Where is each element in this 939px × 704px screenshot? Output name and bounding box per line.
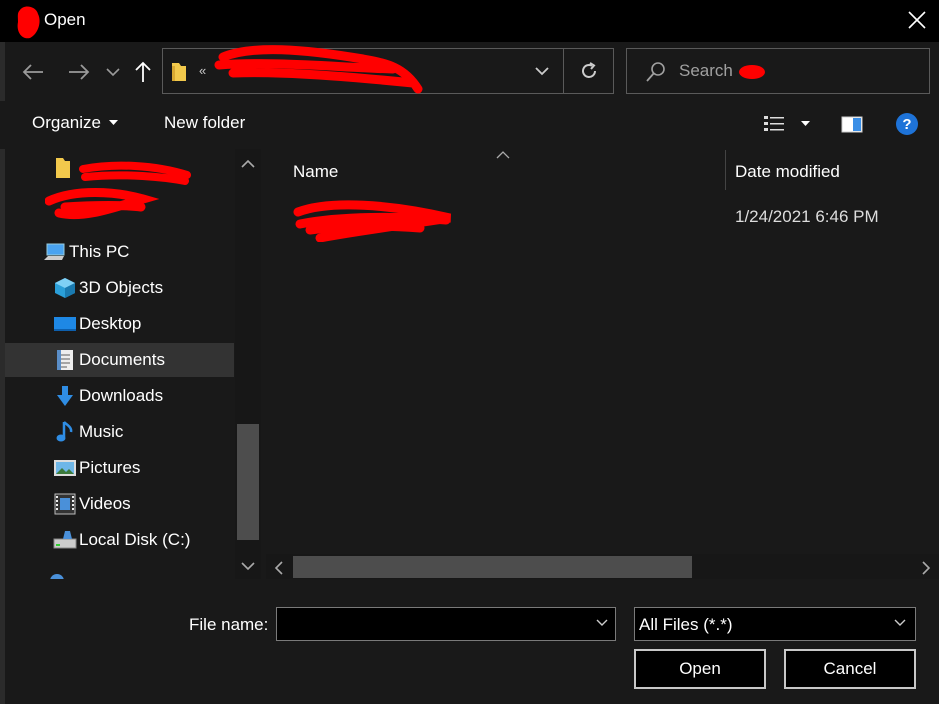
music-note-icon bbox=[51, 420, 79, 444]
close-icon bbox=[908, 11, 926, 29]
desktop-icon bbox=[51, 312, 79, 336]
sort-ascending-icon bbox=[496, 151, 510, 159]
nav-item-label: Documents bbox=[79, 350, 165, 369]
new-folder-label: New folder bbox=[164, 113, 246, 132]
nav-item-documents[interactable]: Documents bbox=[5, 343, 234, 377]
nav-item-music[interactable]: Music bbox=[5, 415, 234, 449]
back-button[interactable] bbox=[18, 58, 48, 86]
overflow-chevron-icon: « bbox=[199, 63, 207, 78]
file-name-redacted bbox=[293, 200, 452, 242]
organize-button[interactable]: Organize bbox=[32, 113, 118, 133]
cube-icon bbox=[51, 276, 79, 300]
chevron-down-icon bbox=[535, 67, 549, 76]
chevron-down-icon[interactable] bbox=[595, 616, 609, 630]
svg-text:?: ? bbox=[902, 116, 911, 133]
nav-item-this-pc[interactable]: This PC bbox=[5, 235, 234, 269]
navigation-pane-scroll-thumb[interactable] bbox=[237, 424, 259, 540]
scroll-right-icon bbox=[922, 561, 931, 575]
nav-item-label: 3D Objects bbox=[79, 278, 164, 297]
nav-item-label: Music bbox=[79, 422, 124, 441]
file-type-value: All Files (*.*) bbox=[639, 615, 733, 634]
cancel-button[interactable]: Cancel bbox=[784, 649, 916, 689]
address-dropdown-button[interactable] bbox=[527, 59, 557, 83]
address-path-redacted bbox=[214, 45, 423, 94]
navigation-pane: This PC 3D Objects Desktop Documents Dow… bbox=[5, 149, 261, 579]
address-bar[interactable]: « bbox=[162, 45, 614, 94]
help-icon: ? bbox=[896, 113, 918, 135]
nav-item-local-disk-c[interactable]: Local Disk (C:) bbox=[5, 523, 234, 557]
nav-item-label: Desktop bbox=[79, 314, 142, 333]
nav-item-label: Videos bbox=[79, 494, 131, 513]
column-divider[interactable] bbox=[725, 150, 726, 190]
change-view-button[interactable] bbox=[762, 112, 788, 136]
forward-button[interactable] bbox=[64, 58, 94, 86]
file-name-combobox[interactable] bbox=[276, 607, 616, 641]
file-date-modified: 1/24/2021 6:46 PM bbox=[735, 207, 879, 226]
arrow-right-icon bbox=[69, 64, 90, 80]
nav-item-label: Local Disk (C:) bbox=[79, 530, 191, 549]
column-header-name[interactable]: Name bbox=[293, 162, 338, 182]
address-divider bbox=[563, 49, 564, 93]
horizontal-scroll-thumb[interactable] bbox=[293, 556, 692, 578]
refresh-icon bbox=[582, 62, 596, 78]
document-icon bbox=[51, 348, 79, 372]
details-view-icon bbox=[764, 116, 784, 131]
folder-icon bbox=[172, 63, 186, 81]
app-icon-redacted bbox=[17, 6, 40, 39]
caret-down-icon bbox=[800, 121, 810, 126]
download-arrow-icon bbox=[51, 384, 79, 408]
window-title: Open bbox=[44, 10, 86, 29]
chevron-down-icon bbox=[894, 619, 906, 626]
scroll-down-icon bbox=[241, 562, 255, 571]
chevron-down-icon bbox=[106, 68, 120, 77]
search-box[interactable] bbox=[626, 48, 930, 94]
nav-item-desktop[interactable]: Desktop bbox=[5, 307, 234, 341]
refresh-button[interactable] bbox=[571, 57, 607, 85]
organize-label: Organize bbox=[32, 113, 101, 132]
computer-icon bbox=[41, 240, 69, 264]
preview-pane-icon bbox=[841, 116, 863, 133]
preview-pane-button[interactable] bbox=[838, 112, 866, 136]
arrow-left-icon bbox=[22, 64, 43, 80]
new-folder-button[interactable]: New folder bbox=[164, 113, 245, 133]
search-input[interactable] bbox=[679, 59, 919, 83]
up-button[interactable] bbox=[130, 58, 156, 86]
drive-icon bbox=[51, 528, 79, 552]
picture-icon bbox=[51, 456, 79, 480]
quick-access-items-redacted bbox=[45, 161, 191, 220]
nav-item-label: Downloads bbox=[79, 386, 164, 405]
column-header-date-modified[interactable]: Date modified bbox=[735, 162, 840, 182]
nav-item-videos[interactable]: Videos bbox=[5, 487, 234, 521]
view-options-dropdown[interactable] bbox=[796, 112, 814, 136]
recent-locations-button[interactable] bbox=[102, 58, 124, 86]
title-bar bbox=[0, 0, 939, 42]
file-name-input[interactable] bbox=[283, 614, 573, 634]
caret-down-icon bbox=[108, 120, 118, 125]
scroll-left-icon bbox=[274, 561, 283, 575]
search-icon bbox=[646, 62, 665, 82]
nav-item-downloads[interactable]: Downloads bbox=[5, 379, 234, 413]
nav-item-label: Pictures bbox=[79, 458, 141, 477]
nav-item-label: This PC bbox=[69, 242, 130, 261]
search-scope-redacted bbox=[739, 65, 765, 79]
file-type-select[interactable]: All Files (*.*) bbox=[634, 607, 916, 641]
scroll-up-icon bbox=[241, 159, 255, 168]
open-button[interactable]: Open bbox=[634, 649, 766, 689]
file-name-label: File name: bbox=[189, 615, 269, 634]
nav-item-3d-objects[interactable]: 3D Objects bbox=[5, 271, 234, 305]
arrow-up-icon bbox=[135, 61, 151, 82]
help-button[interactable]: ? bbox=[894, 112, 920, 136]
nav-item-pictures[interactable]: Pictures bbox=[5, 451, 234, 485]
film-icon bbox=[51, 492, 79, 516]
close-button[interactable] bbox=[895, 0, 939, 40]
